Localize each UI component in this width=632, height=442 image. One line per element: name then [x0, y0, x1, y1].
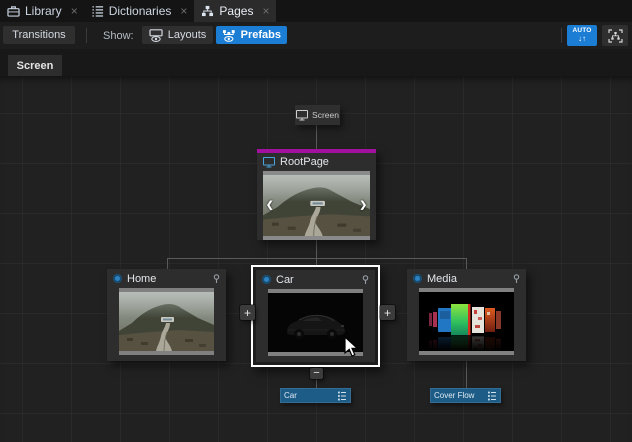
mouse-cursor-icon [344, 336, 360, 358]
prefab-node-icon [413, 274, 422, 283]
page-graph-canvas[interactable]: Screen RootPage ❮ ❯ Home [0, 76, 632, 442]
prefabs-icon [222, 29, 236, 42]
fit-view-icon [608, 29, 623, 43]
fit-view-button[interactable] [602, 25, 628, 46]
close-icon[interactable]: × [71, 5, 78, 17]
close-icon[interactable]: × [262, 5, 269, 17]
monitor-icon [296, 110, 308, 121]
toolbar-separator [561, 28, 562, 43]
tab-pages-label: Pages [219, 4, 253, 18]
tab-dictionaries[interactable]: Dictionaries × [85, 0, 195, 22]
prefab-bar-cover-flow[interactable]: Cover Flow [430, 388, 501, 403]
tab-dictionaries-label: Dictionaries [109, 4, 172, 18]
prefabs-button-label: Prefabs [241, 29, 281, 41]
page-node-label: Media [427, 273, 457, 285]
connector-line [466, 361, 467, 388]
toolbar-separator [86, 28, 87, 43]
tab-pages[interactable]: Pages × [194, 0, 276, 22]
page-node-home[interactable]: Home [107, 269, 226, 361]
connector-line [167, 258, 467, 259]
layouts-button-label: Layouts [168, 29, 207, 41]
page-thumbnail [419, 288, 514, 355]
rootpage-header: RootPage [257, 153, 376, 171]
prefabs-toggle-button[interactable]: Prefabs [216, 26, 287, 44]
connector-line [466, 258, 467, 269]
prefab-node-icon [113, 274, 122, 283]
storyboard-list-icon [488, 391, 497, 401]
prefab-bar-label: Car [284, 391, 297, 400]
page-node-header: Home [107, 269, 226, 288]
tab-library-label: Library [25, 4, 62, 18]
remove-prefab-button[interactable]: − [310, 368, 323, 379]
screen-node-label: Screen [312, 110, 339, 120]
page-node-label: Car [276, 274, 294, 286]
breadcrumb-screen-tab[interactable]: Screen [8, 55, 62, 76]
add-page-button-right[interactable]: + [380, 305, 395, 320]
show-label: Show: [103, 22, 134, 49]
page-node-header: Car [256, 270, 375, 289]
rootpage-node[interactable]: RootPage ❮ ❯ [257, 149, 376, 240]
prefab-bar-car[interactable]: Car [280, 388, 351, 403]
minus-icon: − [313, 368, 319, 379]
carousel-prev-icon[interactable]: ❮ [266, 199, 274, 210]
connector-line [316, 240, 317, 258]
auto-arrange-button[interactable]: AUTO ↓↑ [567, 25, 597, 46]
selection-outline: Car [251, 265, 380, 367]
transitions-button[interactable]: Transitions [3, 26, 75, 44]
pages-editor-window: Library × Dictionaries × Pag [0, 0, 632, 442]
layouts-icon [149, 29, 163, 42]
prefab-node-icon [262, 275, 271, 284]
pages-toolbar: Transitions Show: Layouts Prefabs [0, 22, 632, 50]
tab-library[interactable]: Library × [0, 0, 85, 22]
document-tab-bar: Library × Dictionaries × Pag [0, 0, 632, 22]
pages-icon [201, 5, 214, 17]
page-thumbnail [119, 288, 214, 355]
close-icon[interactable]: × [180, 5, 187, 17]
breadcrumb: Screen [0, 49, 632, 76]
pin-icon[interactable] [513, 274, 520, 284]
page-node-media[interactable]: Media [407, 269, 526, 361]
screen-root-node[interactable]: Screen [295, 105, 340, 125]
rootpage-thumbnail: ❮ ❯ [263, 171, 370, 240]
carousel-next-icon[interactable]: ❯ [359, 199, 367, 210]
rootpage-label: RootPage [280, 156, 329, 168]
layouts-toggle-button[interactable]: Layouts [142, 26, 213, 44]
monitor-icon [263, 157, 275, 168]
storyboard-list-icon [338, 391, 347, 401]
transitions-button-label: Transitions [12, 29, 65, 41]
add-page-button-left[interactable]: + [240, 305, 255, 320]
plus-icon: + [244, 307, 251, 319]
breadcrumb-screen-label: Screen [17, 60, 54, 72]
connector-line [167, 258, 168, 269]
page-node-header: Media [407, 269, 526, 288]
prefab-bar-label: Cover Flow [434, 391, 474, 400]
page-node-label: Home [127, 273, 156, 285]
dictionaries-icon [92, 5, 104, 17]
library-icon [7, 5, 20, 17]
auto-arrows-icon: ↓↑ [578, 35, 586, 43]
connector-line [316, 125, 317, 149]
pin-icon[interactable] [213, 274, 220, 284]
pin-icon[interactable] [362, 275, 369, 285]
plus-icon: + [384, 307, 391, 319]
